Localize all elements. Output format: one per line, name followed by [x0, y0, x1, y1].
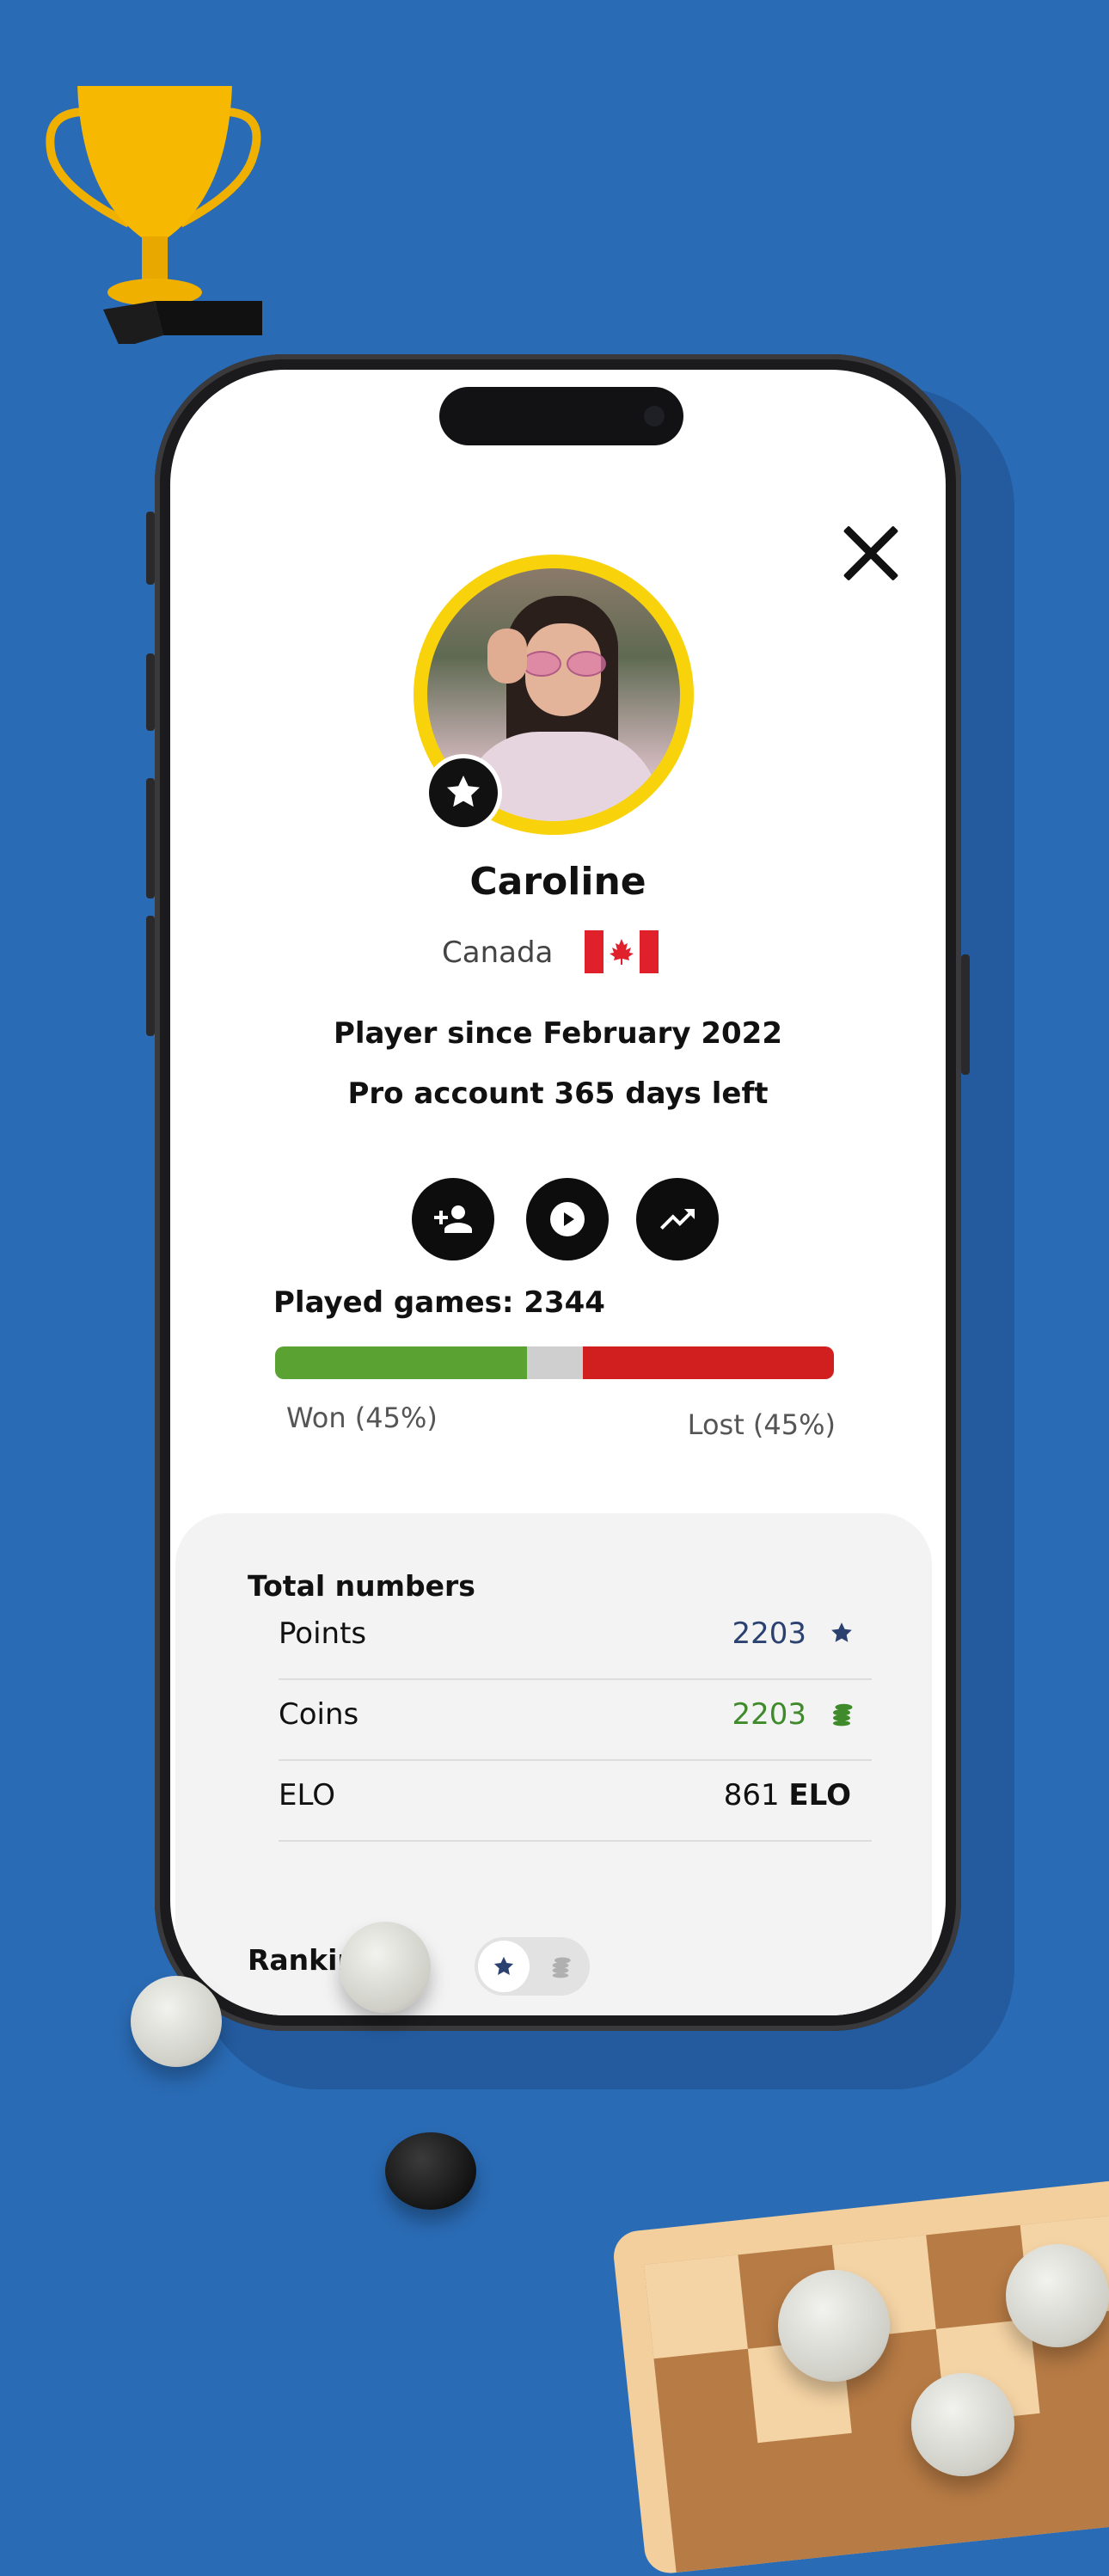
play-icon [550, 1202, 585, 1236]
ranking-toggle[interactable] [475, 1937, 590, 1996]
add-friend-button[interactable] [412, 1178, 494, 1260]
pro-account-text: Pro account 365 days left [347, 1076, 769, 1111]
white-checker-decoration [778, 2270, 890, 2382]
phone-side-button [146, 778, 155, 899]
coins-value: 2203 [732, 1697, 806, 1732]
coins-icon [833, 1703, 853, 1727]
play-button[interactable] [526, 1178, 609, 1260]
elo-value: 861 [723, 1778, 780, 1812]
points-row: Points 2203 [279, 1599, 872, 1680]
coins-icon[interactable] [548, 1954, 573, 1978]
won-label: Won (45%) [286, 1401, 438, 1434]
elo-row: ELO 861 ELO [279, 1761, 872, 1842]
trophy-decoration [46, 86, 262, 344]
white-checker-decoration [340, 1922, 431, 2013]
dynamic-island [439, 387, 683, 445]
lost-segment [582, 1346, 834, 1379]
player-country: Canada [442, 935, 554, 970]
phone-side-button [146, 653, 155, 731]
star-icon [447, 776, 480, 807]
star-icon [493, 1956, 514, 1976]
phone-side-button [146, 512, 155, 585]
phone-side-button [961, 954, 970, 1075]
coins-row: Coins 2203 [279, 1680, 872, 1761]
close-button[interactable] [832, 516, 910, 593]
canada-flag-icon [585, 930, 659, 973]
star-icon [831, 1622, 852, 1642]
trending-up-icon [660, 1209, 695, 1230]
elo-suffix: ELO [788, 1778, 851, 1812]
player-since-text: Player since February 2022 [333, 1016, 782, 1051]
black-checker-decoration [385, 2132, 476, 2210]
coins-label: Coins [279, 1697, 359, 1732]
white-checker-decoration [1006, 2244, 1109, 2347]
lost-label: Lost (45%) [687, 1408, 836, 1441]
phone-side-button [146, 916, 155, 1036]
win-loss-bar [275, 1346, 834, 1379]
stats-button[interactable] [636, 1178, 719, 1260]
player-name: Caroline [469, 860, 646, 904]
points-value: 2203 [732, 1616, 806, 1651]
profile-screen: Caroline Canada Player since February 20… [170, 370, 946, 2015]
played-games-label: Played games: 2344 [273, 1285, 605, 1320]
won-segment [275, 1346, 527, 1379]
draw-segment [526, 1346, 583, 1379]
white-checker-decoration [911, 2373, 1014, 2476]
total-numbers-title: Total numbers [248, 1569, 475, 1603]
ranking-toggle-points[interactable] [478, 1941, 530, 1992]
pro-star-badge [429, 758, 498, 827]
points-label: Points [279, 1616, 367, 1651]
add-friend-icon [434, 1205, 472, 1233]
white-checker-decoration [131, 1976, 222, 2067]
elo-label: ELO [279, 1778, 335, 1812]
